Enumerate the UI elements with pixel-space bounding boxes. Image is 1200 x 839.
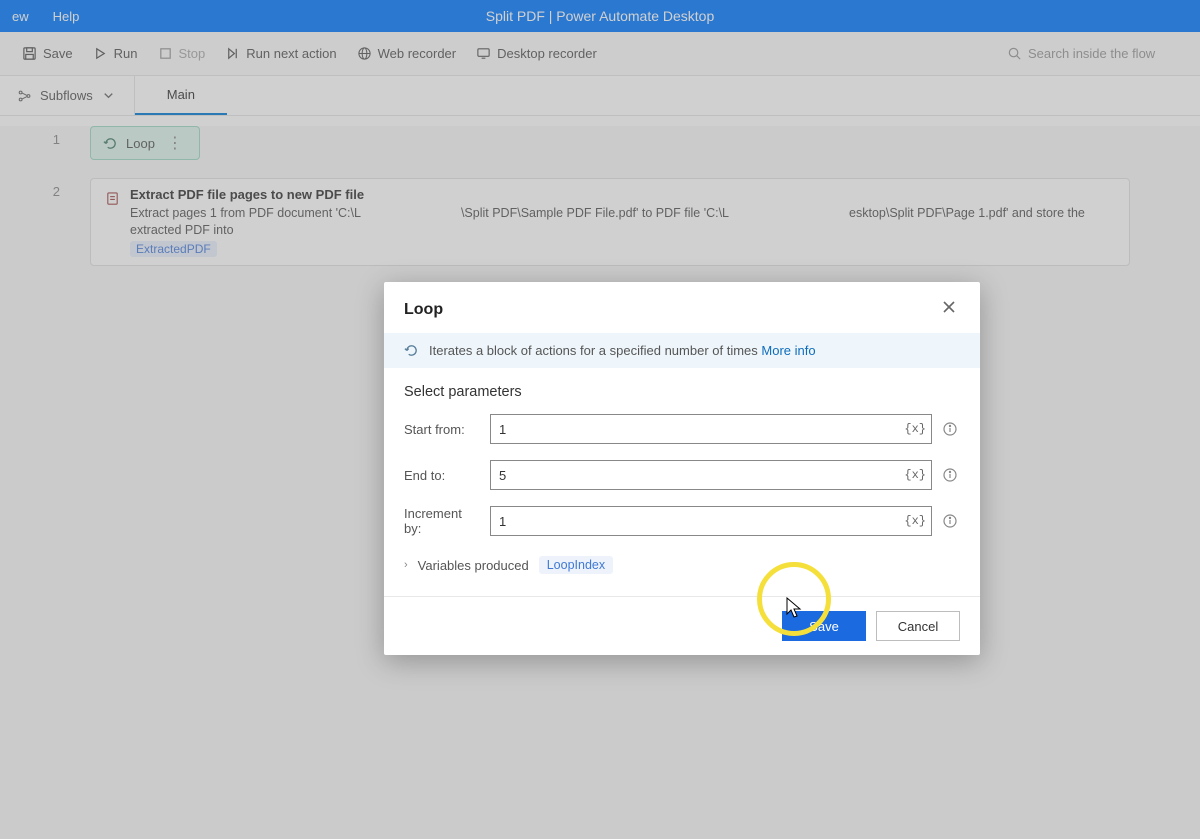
subflows-label: Subflows <box>40 88 93 103</box>
line-number: 2 <box>0 178 90 199</box>
variable-picker-button[interactable]: {x} <box>904 422 926 436</box>
menu-help[interactable]: Help <box>41 9 92 24</box>
subflows-dropdown[interactable]: Subflows <box>0 76 135 115</box>
tab-main[interactable]: Main <box>135 76 227 115</box>
loop-icon <box>404 343 419 358</box>
step-title: Extract PDF file pages to new PDF file <box>130 187 1115 202</box>
run-button[interactable]: Run <box>83 32 148 75</box>
step-card-loop[interactable]: Loop ⋮ <box>90 126 200 160</box>
dialog-info-banner: Iterates a block of actions for a specif… <box>384 333 980 368</box>
param-end-to: End to: {x} <box>404 460 960 490</box>
flow-tree-icon <box>18 89 32 103</box>
variables-produced-label: Variables produced <box>418 558 529 573</box>
save-button[interactable]: Save <box>782 611 866 641</box>
search-flow[interactable] <box>1007 46 1188 61</box>
web-recorder-button[interactable]: Web recorder <box>347 32 467 75</box>
desktop-recorder-button[interactable]: Desktop recorder <box>466 32 607 75</box>
desktop-recorder-label: Desktop recorder <box>497 46 597 61</box>
stop-label: Stop <box>179 46 206 61</box>
flow-step-2[interactable]: 2 Extract PDF file pages to new PDF file… <box>0 178 1200 266</box>
subflows-bar: Subflows Main <box>0 76 1200 116</box>
menu-view[interactable]: ew <box>0 9 41 24</box>
monitor-icon <box>476 46 491 61</box>
stop-button[interactable]: Stop <box>148 32 216 75</box>
variables-produced-row[interactable]: › Variables produced LoopIndex <box>404 552 960 588</box>
info-icon[interactable] <box>940 465 960 485</box>
info-icon[interactable] <box>940 511 960 531</box>
loop-icon <box>103 136 118 151</box>
field-label: Start from: <box>404 422 482 437</box>
tab-main-label: Main <box>167 87 195 102</box>
cancel-button[interactable]: Cancel <box>876 611 960 641</box>
start-from-input[interactable] <box>490 414 932 444</box>
end-to-input[interactable] <box>490 460 932 490</box>
globe-icon <box>357 46 372 61</box>
dialog-title: Loop <box>404 301 443 319</box>
field-label: End to: <box>404 468 482 483</box>
field-label: Increment by: <box>404 506 482 536</box>
web-recorder-label: Web recorder <box>378 46 457 61</box>
run-next-button[interactable]: Run next action <box>215 32 346 75</box>
play-icon <box>93 46 108 61</box>
step-more-icon[interactable]: ⋮ <box>163 133 187 153</box>
param-increment-by: Increment by: {x} <box>404 506 960 536</box>
stop-icon <box>158 46 173 61</box>
save-label: Save <box>43 46 73 61</box>
variable-chip-loopindex[interactable]: LoopIndex <box>539 556 613 574</box>
produced-variable-badge: ExtractedPDF <box>130 241 217 257</box>
info-icon[interactable] <box>940 419 960 439</box>
pdf-icon <box>105 191 120 206</box>
chevron-right-icon: › <box>404 559 408 571</box>
toolbar: Save Run Stop Run next action Web record… <box>0 32 1200 76</box>
param-start-from: Start from: {x} <box>404 414 960 444</box>
step-title: Loop <box>126 136 155 151</box>
increment-by-input[interactable] <box>490 506 932 536</box>
chevron-down-icon <box>101 88 116 103</box>
flow-step-1[interactable]: 1 Loop ⋮ <box>0 126 1200 160</box>
run-next-label: Run next action <box>246 46 336 61</box>
line-number: 1 <box>0 126 90 147</box>
step-description: Extract pages 1 from PDF document 'C:\L\… <box>130 205 1115 239</box>
close-icon <box>942 300 956 314</box>
step-card-extract-pdf[interactable]: Extract PDF file pages to new PDF file E… <box>90 178 1130 266</box>
close-button[interactable] <box>938 296 960 323</box>
save-icon <box>22 46 37 61</box>
step-icon <box>225 46 240 61</box>
title-bar: ew Help Split PDF | Power Automate Deskt… <box>0 0 1200 32</box>
loop-dialog: Loop Iterates a block of actions for a s… <box>384 282 980 655</box>
search-input[interactable] <box>1028 46 1188 61</box>
more-info-link[interactable]: More info <box>761 343 815 358</box>
params-heading: Select parameters <box>404 384 960 400</box>
window-title: Split PDF | Power Automate Desktop <box>486 8 715 24</box>
banner-text: Iterates a block of actions for a specif… <box>429 343 758 358</box>
save-button[interactable]: Save <box>12 32 83 75</box>
run-label: Run <box>114 46 138 61</box>
variable-picker-button[interactable]: {x} <box>904 468 926 482</box>
search-icon <box>1007 46 1022 61</box>
variable-picker-button[interactable]: {x} <box>904 514 926 528</box>
dialog-footer: Save Cancel <box>384 596 980 655</box>
